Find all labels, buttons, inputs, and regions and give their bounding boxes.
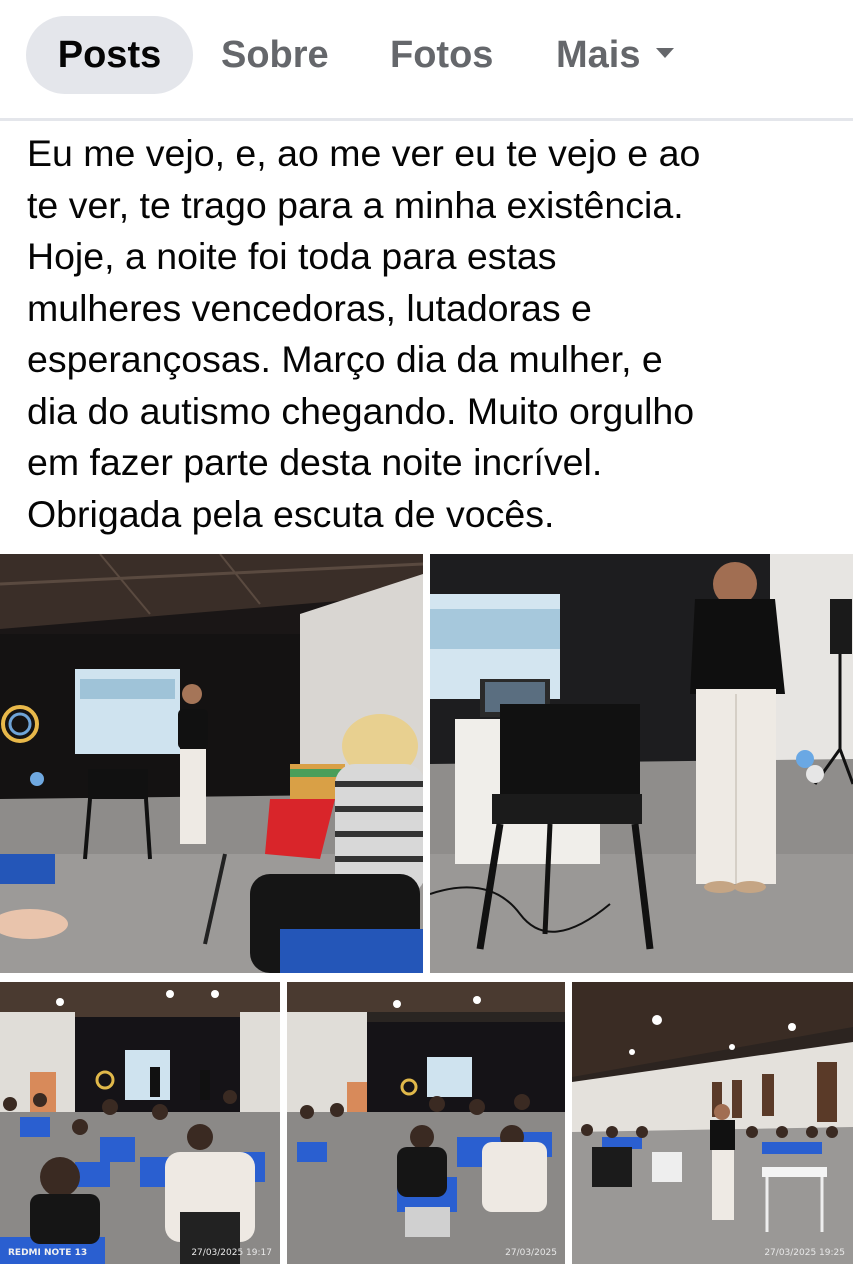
photo-timestamp: 27/03/2025 19:17 xyxy=(191,1248,272,1258)
photo-timestamp: 27/03/2025 19:25 xyxy=(764,1248,845,1258)
post-photo-4[interactable]: 27/03/2025 xyxy=(287,982,565,1264)
tab-sobre[interactable]: Sobre xyxy=(221,16,329,94)
tab-mais-label: Mais xyxy=(556,34,641,76)
tab-posts[interactable]: Posts xyxy=(26,16,193,94)
caret-down-icon xyxy=(656,47,675,58)
tabs-divider xyxy=(0,118,853,121)
tab-fotos[interactable]: Fotos xyxy=(390,16,493,94)
event-photo-speaker-close xyxy=(430,554,853,973)
post-text: Eu me vejo, e, ao me ver eu te vejo e ao… xyxy=(27,132,701,535)
profile-tabs: Posts Sobre Fotos Mais xyxy=(0,0,853,118)
camera-watermark: REDMI NOTE 13 xyxy=(8,1248,88,1258)
post-photo-1[interactable] xyxy=(0,554,423,973)
photo-timestamp: 27/03/2025 xyxy=(505,1248,557,1258)
tab-mais[interactable]: Mais xyxy=(556,16,675,94)
post-photo-3[interactable]: REDMI NOTE 13 27/03/2025 19:17 xyxy=(0,982,280,1264)
event-photo-audience-1 xyxy=(0,982,280,1264)
event-photo-hall-wide xyxy=(572,982,853,1264)
event-photo-audience-2 xyxy=(287,982,565,1264)
event-photo-speaker-wide xyxy=(0,554,423,973)
post-photo-2[interactable] xyxy=(430,554,853,973)
post-photo-5[interactable]: 27/03/2025 19:25 xyxy=(572,982,853,1264)
